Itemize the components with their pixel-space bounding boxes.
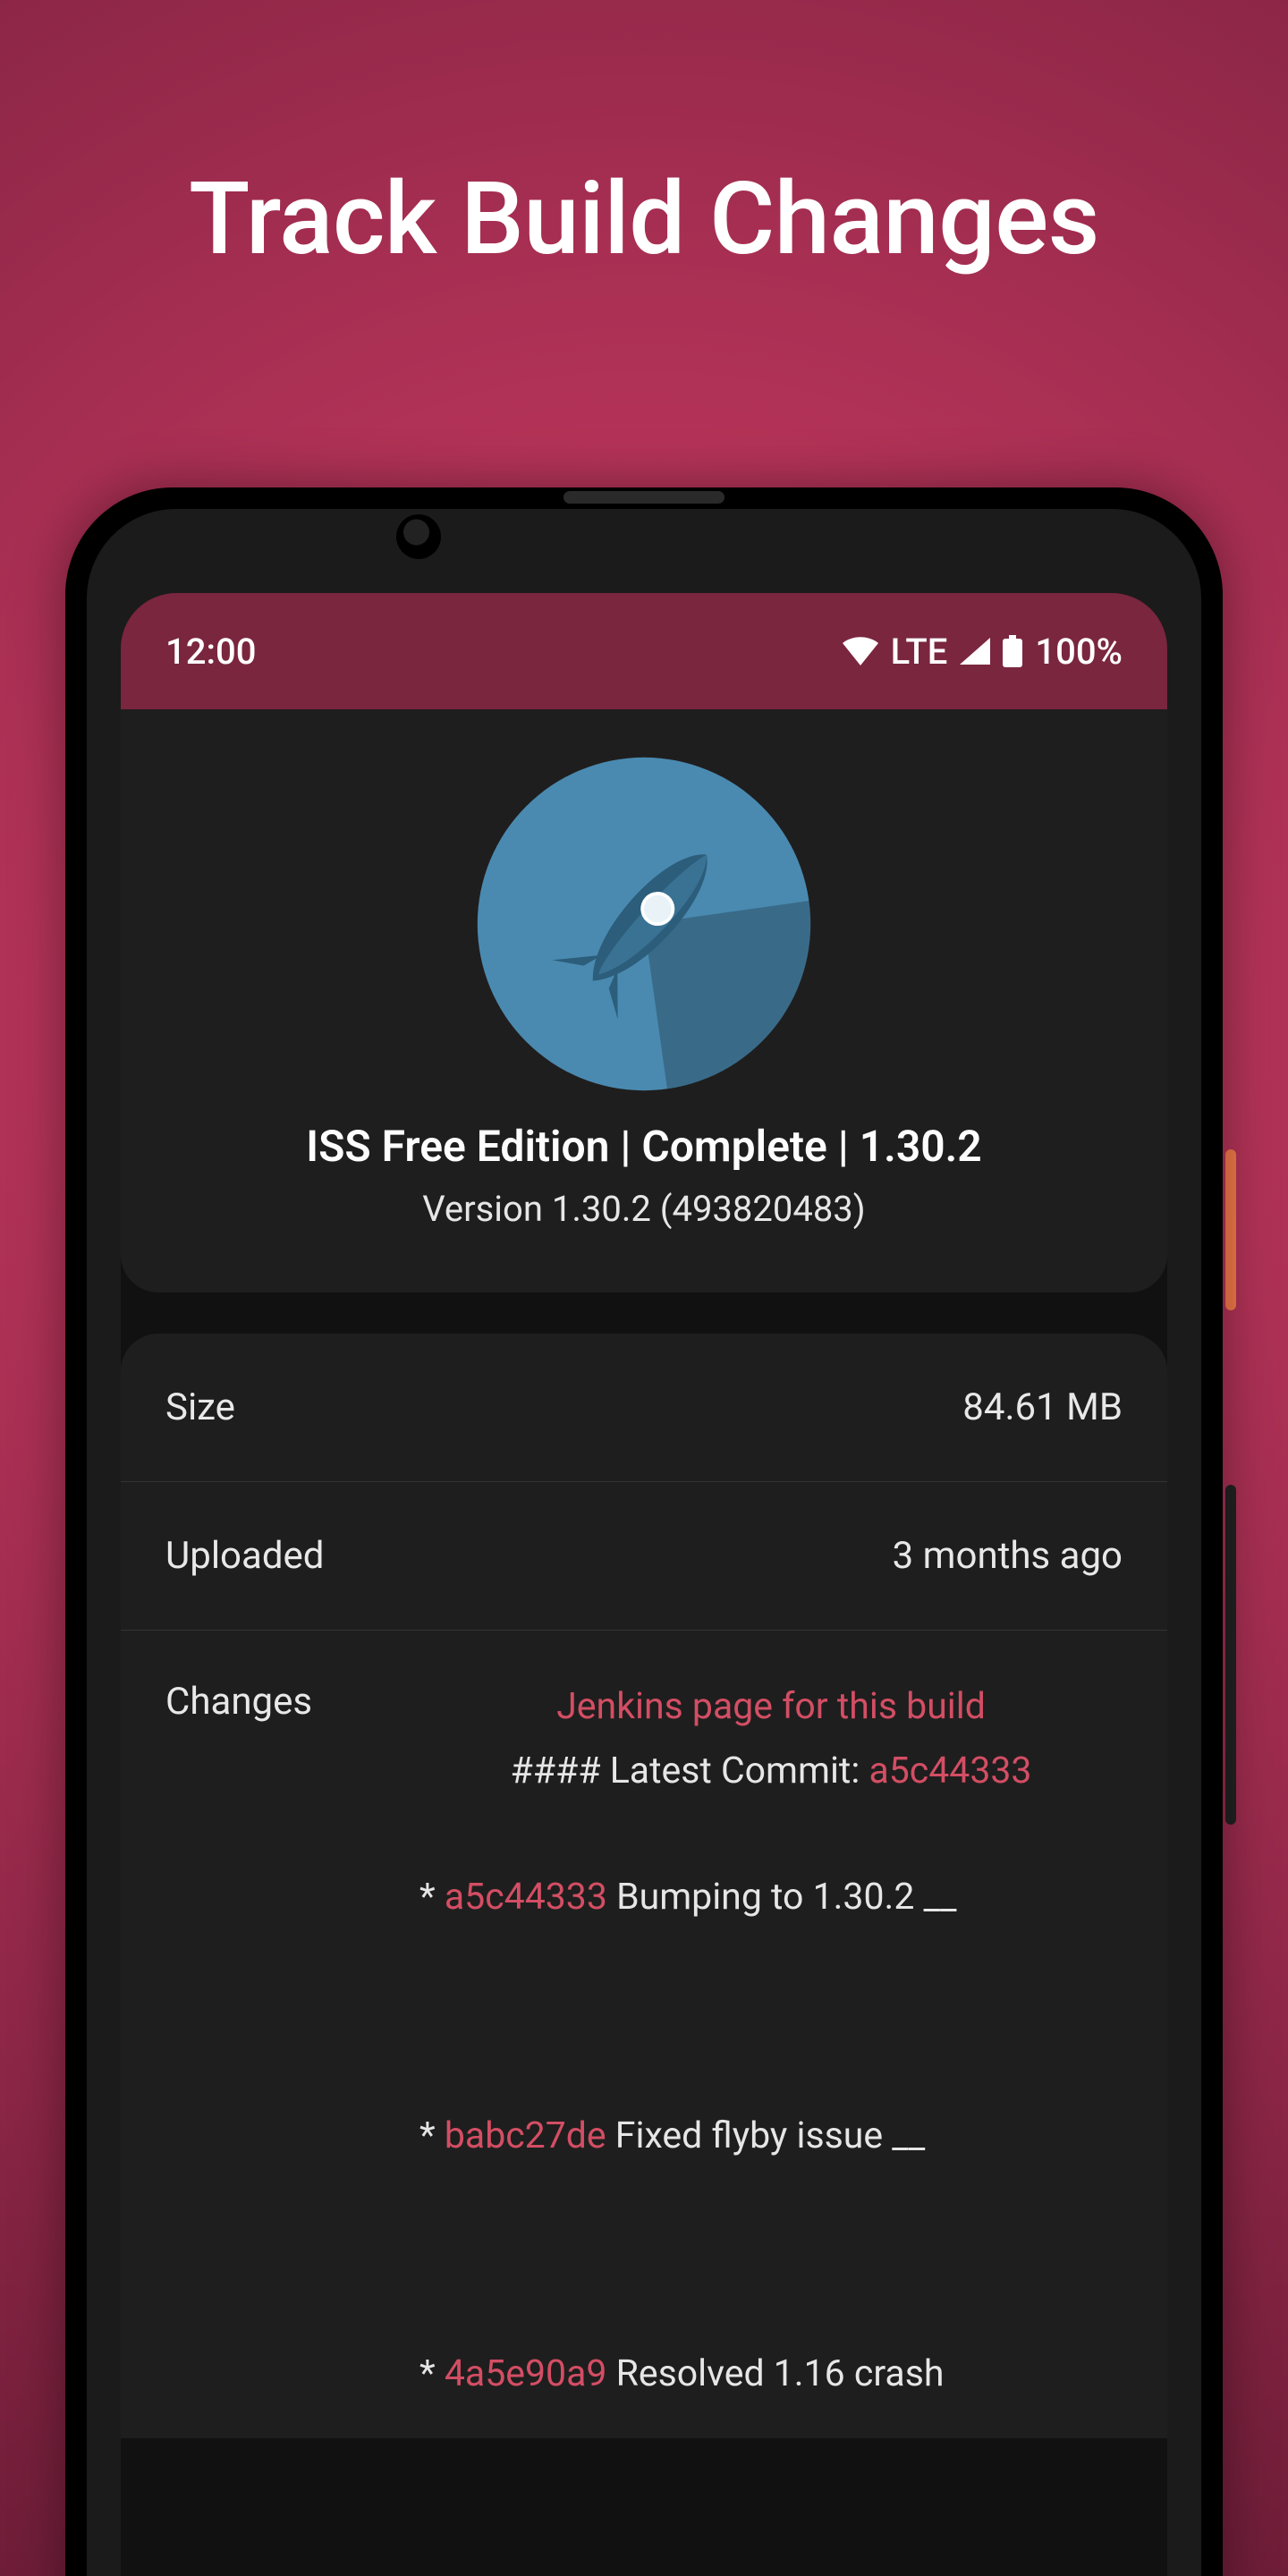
commit-bullet: *: [419, 2352, 445, 2395]
build-title: ISS Free Edition | Complete | 1.30.2: [148, 1121, 1140, 1172]
jenkins-link[interactable]: Jenkins page for this build: [419, 1680, 1123, 1735]
commit-msg: Fixed flyby issue __: [606, 2114, 926, 2157]
commit-msg: Bumping to 1.30.2 __: [607, 1876, 957, 1919]
phone-inner: 12:00 LTE 100%: [87, 509, 1201, 2576]
wifi-icon: [843, 637, 878, 665]
changes-label: Changes: [165, 1680, 312, 1724]
status-network-label: LTE: [891, 631, 948, 673]
commit-line: * a5c44333 Bumping to 1.30.2 __: [419, 1870, 1123, 1926]
phone-volume-button: [1225, 1485, 1236, 1825]
phone-power-button: [1225, 1149, 1236, 1310]
latest-commit-prefix: #### Latest Commit:: [511, 1750, 869, 1792]
commit-bullet: *: [419, 2114, 445, 2157]
commit-bullet: *: [419, 1876, 445, 1919]
cellular-signal-icon: [960, 638, 990, 665]
size-label: Size: [165, 1385, 235, 1429]
app-icon: [474, 754, 814, 1094]
detail-row-changes: Changes Jenkins page for this build ####…: [121, 1631, 1167, 2438]
commit-msg: Resolved 1.16 crash: [606, 2352, 944, 2395]
commit-line: * babc27de Fixed flyby issue __: [419, 2109, 1123, 2165]
size-value: 84.61 MB: [235, 1385, 1123, 1429]
latest-commit-hash[interactable]: a5c44333: [869, 1750, 1031, 1792]
detail-row-uploaded: Uploaded 3 months ago: [121, 1482, 1167, 1631]
phone-speaker: [564, 491, 724, 504]
commit-hash[interactable]: babc27de: [445, 2114, 606, 2157]
build-details-card: Size 84.61 MB Uploaded 3 months ago Chan…: [121, 1334, 1167, 2438]
battery-icon: [1003, 635, 1022, 667]
screen-content: ISS Free Edition | Complete | 1.30.2 Ver…: [121, 709, 1167, 2438]
latest-commit-line: #### Latest Commit: a5c44333: [419, 1744, 1123, 1800]
promo-title: Track Build Changes: [0, 161, 1288, 278]
commit-hash[interactable]: 4a5e90a9: [445, 2352, 607, 2395]
changes-body: Jenkins page for this build #### Latest …: [312, 1680, 1123, 2402]
status-time: 12:00: [165, 631, 256, 673]
commit-line: * 4a5e90a9 Resolved 1.16 crash: [419, 2347, 1123, 2402]
promo-canvas: Track Build Changes 12:00 LTE: [0, 0, 1288, 2576]
phone-frame: 12:00 LTE 100%: [65, 487, 1223, 2576]
app-screen: 12:00 LTE 100%: [121, 593, 1167, 2576]
status-right: LTE 100%: [843, 631, 1123, 673]
status-bar: 12:00 LTE 100%: [121, 593, 1167, 709]
commit-hash[interactable]: a5c44333: [445, 1876, 607, 1919]
uploaded-value: 3 months ago: [324, 1534, 1123, 1578]
phone-front-camera: [396, 514, 441, 559]
uploaded-label: Uploaded: [165, 1534, 324, 1578]
build-version: Version 1.30.2 (493820483): [148, 1188, 1140, 1230]
build-header-card: ISS Free Edition | Complete | 1.30.2 Ver…: [121, 709, 1167, 1292]
detail-row-size: Size 84.61 MB: [121, 1334, 1167, 1482]
status-battery-label: 100%: [1035, 631, 1123, 673]
